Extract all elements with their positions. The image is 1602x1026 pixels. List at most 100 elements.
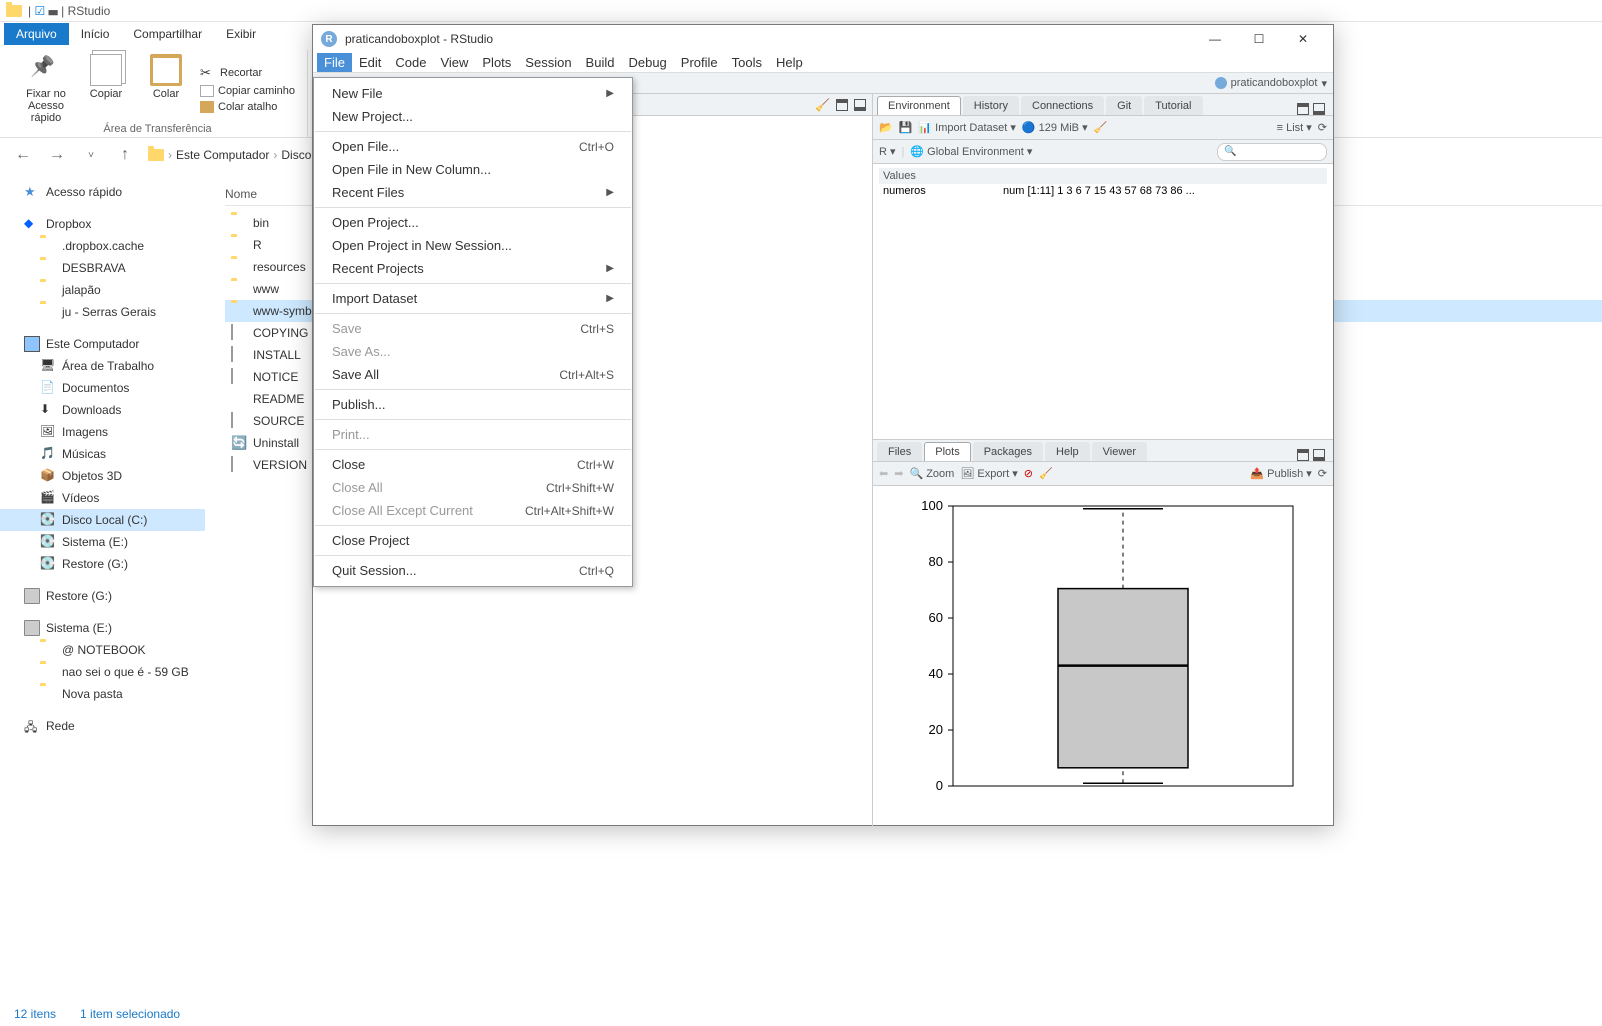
env-search[interactable] [1217,143,1327,161]
tree-item[interactable]: 🎵Músicas [0,443,205,465]
menu-debug[interactable]: Debug [621,53,673,72]
pane-minimize[interactable] [1297,103,1309,115]
tree-item[interactable]: 🖼Imagens [0,421,205,443]
tree-item[interactable]: ju - Serras Gerais [0,301,205,323]
menu-item[interactable]: Quit Session...Ctrl+Q [314,559,632,582]
menu-profile[interactable]: Profile [674,53,725,72]
zoom-button[interactable]: 🔍 Zoom [909,467,954,480]
menu-item[interactable]: New Project... [314,105,632,128]
copy-path-button[interactable]: Copiar caminho [196,83,299,99]
remove-plot-icon[interactable]: ⊘ [1024,467,1033,480]
breadcrumb-item[interactable]: Disco [281,148,311,162]
tree-quick-access[interactable]: Acesso rápido [0,181,205,203]
tree-item[interactable]: 🎬Vídeos [0,487,205,509]
pane-maximize[interactable] [1313,103,1325,115]
plots-tab-plots[interactable]: Plots [924,442,970,461]
list-mode-button[interactable]: ≡ List ▾ [1277,121,1312,134]
plots-tab-packages[interactable]: Packages [973,442,1043,461]
ribbon-tab-arquivo[interactable]: Arquivo [4,23,69,45]
copy-button[interactable]: Copiar [76,50,136,128]
tree-item[interactable]: DESBRAVA [0,257,205,279]
plot-next-icon[interactable]: ➡ [894,467,903,480]
scope-r-button[interactable]: R ▾ [879,145,896,158]
menu-item[interactable]: Save AllCtrl+Alt+S [314,363,632,386]
scope-button[interactable]: 🌐 Global Environment ▾ [910,145,1032,158]
menu-item[interactable]: Close Project [314,529,632,552]
ribbon-tab-compartilhar[interactable]: Compartilhar [121,23,214,45]
clear-env-icon[interactable]: 🧹 [1094,121,1108,134]
plots-tab-files[interactable]: Files [877,442,922,461]
tree-item[interactable]: 💽Disco Local (C:) [0,509,205,531]
tree-item[interactable]: 💽Restore (G:) [0,553,205,575]
menu-help[interactable]: Help [769,53,810,72]
import-dataset-button[interactable]: 📊 Import Dataset ▾ [918,121,1015,134]
menu-item[interactable]: Recent Files▶ [314,181,632,204]
menu-item[interactable]: Open Project... [314,211,632,234]
tree-network[interactable]: Rede [0,715,205,737]
tree-item[interactable]: nao sei o que é - 59 GB [0,661,205,683]
memory-indicator[interactable]: 🔵 129 MiB ▾ [1022,121,1088,134]
menu-item[interactable]: Recent Projects▶ [314,257,632,280]
breadcrumb-item[interactable]: Este Computador [176,148,269,162]
maximize-button[interactable]: ☐ [1237,25,1281,53]
minimize-button[interactable]: — [1193,25,1237,53]
menu-item[interactable]: Publish... [314,393,632,416]
paste-button[interactable]: Colar [136,50,196,128]
tree-item[interactable]: ⬇Downloads [0,399,205,421]
menu-tools[interactable]: Tools [725,53,769,72]
tree-item[interactable]: 💽Sistema (E:) [0,531,205,553]
env-tab-history[interactable]: History [963,96,1019,115]
cut-button[interactable]: Recortar [196,63,299,83]
menu-file[interactable]: File [317,53,352,72]
pane-minimize[interactable] [1297,449,1309,461]
menu-edit[interactable]: Edit [352,53,388,72]
close-button[interactable]: ✕ [1281,25,1325,53]
tree-item[interactable]: .dropbox.cache [0,235,205,257]
tree-item[interactable]: 📄Documentos [0,377,205,399]
nav-up[interactable]: ↑ [114,144,136,166]
menu-item[interactable]: CloseCtrl+W [314,453,632,476]
menu-code[interactable]: Code [388,53,433,72]
tree-item[interactable]: 📦Objetos 3D [0,465,205,487]
env-variable-row[interactable]: numeros num [1:11] 1 3 6 7 15 43 57 68 7… [879,184,1327,198]
plots-tab-help[interactable]: Help [1045,442,1090,461]
tree-sistema[interactable]: Sistema (E:) [0,617,205,639]
menu-build[interactable]: Build [579,53,622,72]
refresh-plot-icon[interactable]: ⟳ [1318,467,1327,480]
tree-item[interactable]: @ NOTEBOOK [0,639,205,661]
menu-item[interactable]: Open Project in New Session... [314,234,632,257]
menu-item[interactable]: Open File in New Column... [314,158,632,181]
paste-shortcut-button[interactable]: Colar atalho [196,99,299,115]
tree-this-pc[interactable]: Este Computador [0,333,205,355]
plots-tab-viewer[interactable]: Viewer [1092,442,1147,461]
tree-item[interactable]: jalapão [0,279,205,301]
ribbon-tab-exibir[interactable]: Exibir [214,23,268,45]
nav-back[interactable]: ← [12,144,34,166]
menu-view[interactable]: View [433,53,475,72]
nav-recent[interactable]: ˅ [80,144,102,166]
breadcrumb[interactable]: › Este Computador › Disco [148,148,311,162]
tree-dropbox[interactable]: Dropbox [0,213,205,235]
env-tab-git[interactable]: Git [1106,96,1142,115]
load-icon[interactable]: 📂 [879,121,893,134]
clear-console-icon[interactable]: 🧹 [815,98,830,112]
env-tab-connections[interactable]: Connections [1021,96,1104,115]
tree-item[interactable]: 🖥Área de Trabalho [0,355,205,377]
export-button[interactable]: 🖼 Export ▾ [960,467,1017,480]
menu-item[interactable]: New File▶ [314,82,632,105]
nav-forward[interactable]: → [46,144,68,166]
tree-item[interactable]: Nova pasta [0,683,205,705]
env-tab-tutorial[interactable]: Tutorial [1144,96,1202,115]
tree-restore[interactable]: Restore (G:) [0,585,205,607]
project-name[interactable]: praticandoboxplot [1231,77,1318,89]
pane-maximize[interactable] [854,99,866,111]
env-tab-environment[interactable]: Environment [877,96,961,115]
clear-plots-icon[interactable]: 🧹 [1039,467,1053,480]
save-icon[interactable]: 💾 [899,121,913,134]
menu-plots[interactable]: Plots [475,53,518,72]
ribbon-tab-inicio[interactable]: Início [69,23,122,45]
plot-prev-icon[interactable]: ⬅ [879,467,888,480]
menu-session[interactable]: Session [518,53,578,72]
pin-button[interactable]: Fixar no Acesso rápido [16,50,76,128]
refresh-icon[interactable]: ⟳ [1318,121,1327,134]
